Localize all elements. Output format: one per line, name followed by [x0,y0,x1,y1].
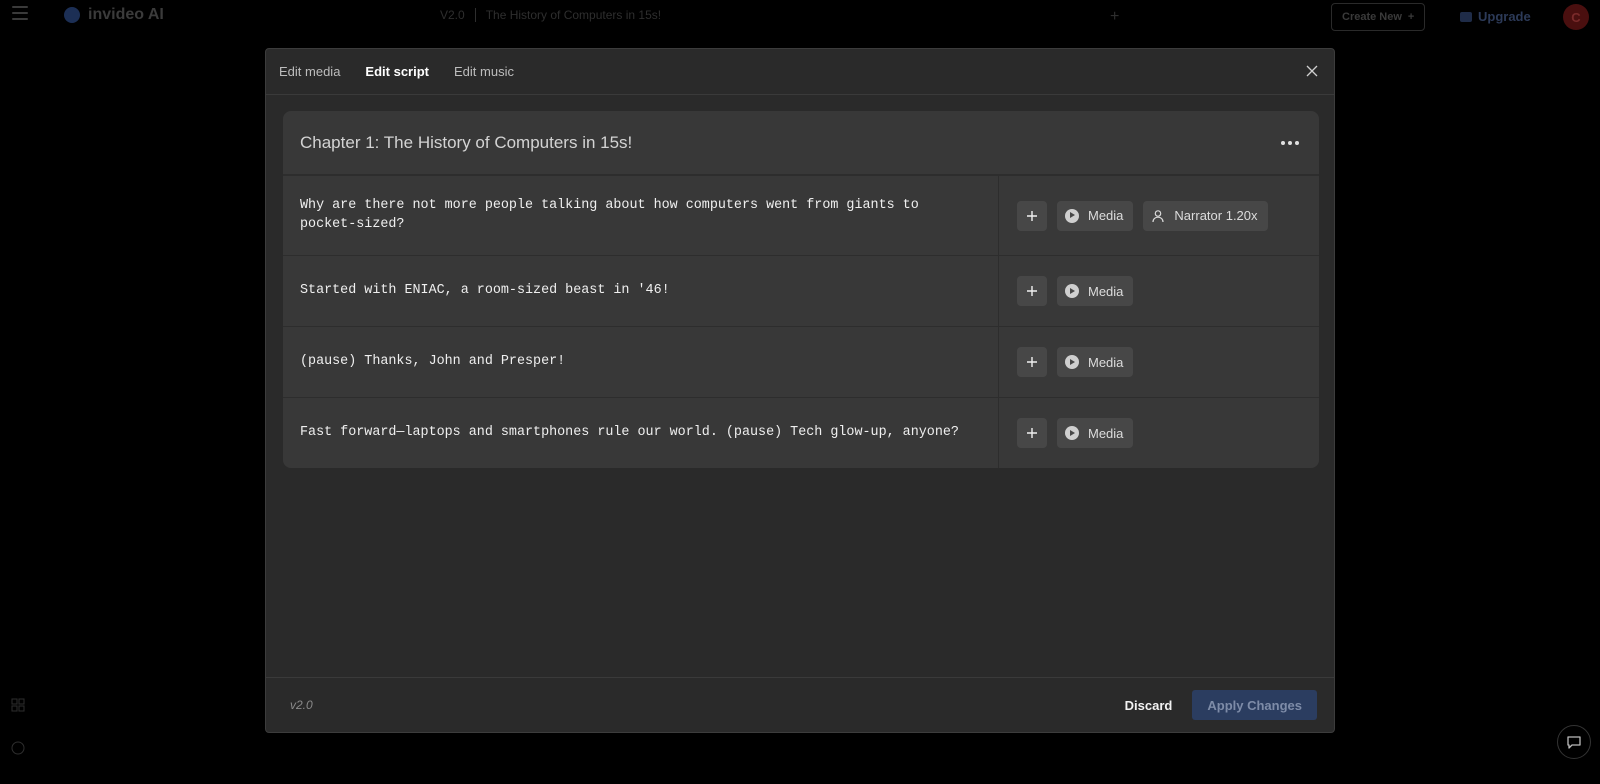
scene-actions: Media [999,398,1319,468]
close-icon [1306,65,1318,77]
scene-script-text[interactable]: Why are there not more people talking ab… [283,176,999,255]
scene-script-text[interactable]: (pause) Thanks, John and Presper! [283,327,999,397]
scene-row: Fast forward—laptops and smartphones rul… [283,397,1319,468]
media-button[interactable]: Media [1057,276,1134,306]
upgrade-button[interactable]: Upgrade [1460,9,1531,24]
add-scene-button[interactable] [1017,200,1047,231]
narrator-button[interactable]: Narrator 1.20x [1143,200,1268,231]
media-button[interactable]: Media [1057,200,1134,231]
grid-icon[interactable] [11,698,27,714]
discard-button[interactable]: Discard [1125,698,1173,713]
chapter-card: Chapter 1: The History of Computers in 1… [283,111,1319,468]
more-options-icon[interactable] [1279,135,1301,151]
plus-icon [1027,286,1037,296]
add-icon[interactable]: + [1110,8,1119,26]
tab-edit-media[interactable]: Edit media [279,64,340,79]
play-icon [1065,426,1079,440]
app-topbar: invideo AI V2.0 The History of Computers… [0,0,1600,34]
scene-row: Started with ENIAC, a room-sized beast i… [283,255,1319,326]
add-scene-button[interactable] [1017,347,1047,377]
breadcrumb-divider [474,8,476,22]
tab-edit-music[interactable]: Edit music [454,64,514,79]
media-button[interactable]: Media [1057,418,1134,448]
version-label: v2.0 [290,698,313,712]
user-icon [1152,209,1165,222]
scene-actions: Media Narrator 1.20x [999,176,1319,255]
brand-name: invideo AI [88,6,164,23]
scene-actions: Media [999,327,1319,397]
create-new-button[interactable]: Create New + [1331,3,1426,31]
scene-row: (pause) Thanks, John and Presper! Media [283,326,1319,397]
scene-script-text[interactable]: Started with ENIAC, a room-sized beast i… [283,256,999,326]
brand-logo-icon [64,7,80,23]
chat-icon [1567,736,1581,749]
apply-changes-button[interactable]: Apply Changes [1192,690,1317,720]
plus-icon [1027,428,1037,438]
project-version-tag: V2.0 [440,8,465,22]
brand[interactable]: invideo AI [64,6,164,24]
chat-button[interactable] [1557,725,1591,759]
chapter-title[interactable]: Chapter 1: The History of Computers in 1… [300,133,632,153]
tab-edit-script[interactable]: Edit script [365,64,429,79]
plus-icon: + [1407,11,1415,23]
play-icon [1065,355,1079,369]
scene-row: Why are there not more people talking ab… [283,175,1319,255]
edit-dialog: Edit media Edit script Edit music Chapte… [265,48,1335,733]
plus-icon [1027,357,1037,367]
chapter-header: Chapter 1: The History of Computers in 1… [283,111,1319,175]
footer-actions: Discard Apply Changes [1125,690,1317,720]
add-scene-button[interactable] [1017,418,1047,448]
dialog-tabs: Edit media Edit script Edit music [266,49,1334,95]
add-scene-button[interactable] [1017,276,1047,306]
close-button[interactable] [1304,63,1320,79]
dialog-footer: v2.0 Discard Apply Changes [266,677,1334,732]
crown-icon [1460,11,1472,22]
play-icon [1065,208,1079,223]
scene-actions: Media [999,256,1319,326]
scene-script-text[interactable]: Fast forward—laptops and smartphones rul… [283,398,999,468]
project-breadcrumb[interactable]: V2.0 The History of Computers in 15s! [440,8,661,22]
play-icon [1065,284,1079,298]
avatar[interactable]: C [1563,4,1589,30]
media-button[interactable]: Media [1057,347,1134,377]
plus-icon [1027,210,1037,221]
project-title: The History of Computers in 15s! [485,8,662,22]
help-icon[interactable] [11,741,27,757]
hamburger-menu-icon[interactable] [12,6,28,20]
